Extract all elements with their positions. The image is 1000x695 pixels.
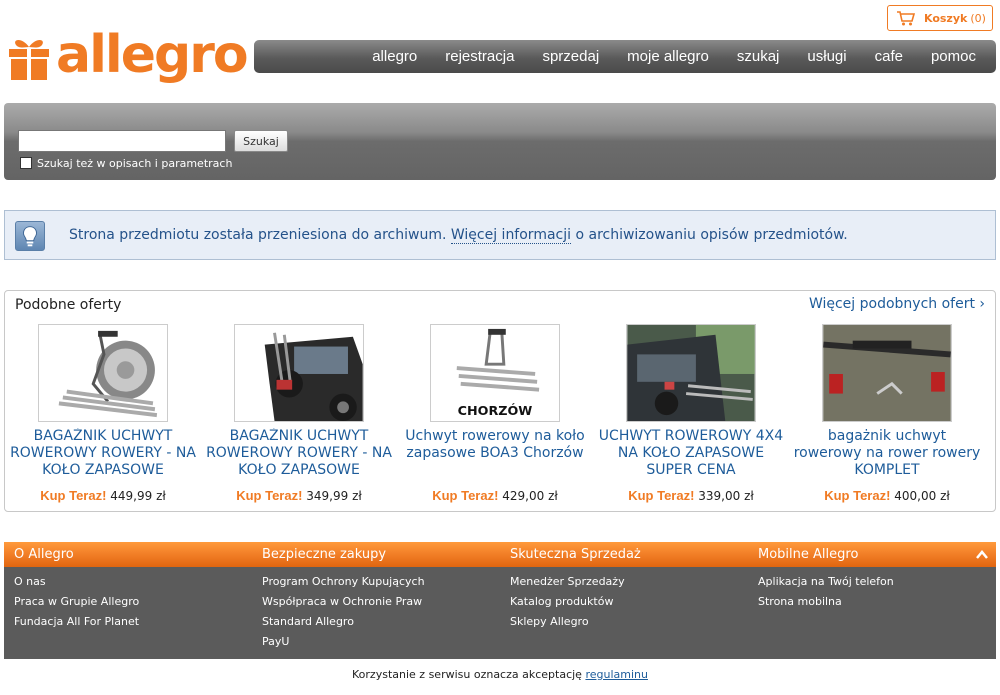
offer-price-row: Kup Teraz! 400,00 zł [793,488,981,503]
offer-card[interactable]: UCHWYT ROWEROWY 4X4 NA KOŁO ZAPASOWE SUP… [597,324,785,503]
nav-item-help[interactable]: pomoc [931,48,976,65]
footer: O Allegro Bezpieczne zakupy Skuteczna Sp… [4,542,996,659]
archive-message: Strona przedmiotu została przeniesiona d… [69,227,848,244]
footer-header: O Allegro Bezpieczne zakupy Skuteczna Sp… [4,542,996,567]
nav-item-register[interactable]: rejestracja [445,48,514,65]
cart-label: Koszyk [924,11,968,25]
search-button[interactable]: Szukaj [234,130,288,152]
search-descriptions-label: Szukaj też w opisach i parametrach [37,157,233,170]
cart-count: (0) [970,11,986,25]
lightbulb-icon [15,221,45,251]
footer-col-title: Mobilne Allegro [758,547,859,562]
footer-link[interactable]: Fundacja All For Planet [14,615,139,628]
footer-link[interactable]: Współpraca w Ochronie Praw [262,595,422,608]
allegro-logo[interactable]: allegro [8,25,249,88]
offer-image-caption: CHORZÓW [458,403,533,419]
offer-price-row: Kup Teraz! 449,99 zł [9,488,197,503]
offer-card[interactable]: BAGAŻNIK UCHWYT ROWEROWY ROWERY - NA KOŁ… [205,324,393,503]
offer-image[interactable] [626,324,756,422]
nav-item-allegro[interactable]: allegro [372,48,417,65]
more-info-link[interactable]: Więcej informacji [450,227,572,244]
footer-link[interactable]: Praca w Grupie Allegro [14,595,139,608]
terms-text: Korzystanie z serwisu oznacza akceptację [352,668,582,681]
nav-item-search[interactable]: szukaj [737,48,780,65]
buy-now-label[interactable]: Kup Teraz! [628,488,694,503]
offer-title[interactable]: UCHWYT ROWEROWY 4X4 NA KOŁO ZAPASOWE SUP… [597,428,785,480]
archive-text: Strona przedmiotu została przeniesiona d… [69,227,447,243]
offer-card[interactable]: bagażnik uchwyt rowerowy na rower rowery… [793,324,981,503]
nav-item-sell[interactable]: sprzedaj [542,48,599,65]
offer-price-row: Kup Teraz! 429,00 zł [401,488,589,503]
offer-title[interactable]: bagażnik uchwyt rowerowy na rower rowery… [793,428,981,480]
cart-icon [897,11,916,26]
offer-price: 449,99 zł [110,489,166,503]
offer-price: 339,00 zł [698,489,754,503]
logo-wordmark: allegro [56,25,249,85]
offer-price: 429,00 zł [502,489,558,503]
search-descriptions-checkbox[interactable] [20,157,32,169]
buy-now-label[interactable]: Kup Teraz! [236,488,302,503]
buy-now-label[interactable]: Kup Teraz! [824,488,890,503]
offer-image[interactable] [234,324,364,422]
search-bar: Szukaj Szukaj też w opisach i parametrac… [4,103,996,180]
offer-title[interactable]: BAGAŻNIK UCHWYT ROWEROWY ROWERY - NA KOŁ… [205,428,393,480]
offer-card[interactable]: BAGAŻNIK UCHWYT ROWEROWY ROWERY - NA KOŁ… [9,324,197,503]
nav-item-cafe[interactable]: cafe [875,48,903,65]
similar-offers-title: Podobne oferty [15,297,122,313]
gift-icon [9,40,49,80]
buy-now-label[interactable]: Kup Teraz! [432,488,498,503]
footer-link[interactable]: Standard Allegro [262,615,354,628]
terms-link[interactable]: regulaminu [585,668,648,681]
offer-price-row: Kup Teraz! 349,99 zł [205,488,393,503]
collapse-arrow-icon[interactable] [974,547,990,563]
offer-image[interactable] [38,324,168,422]
terms-notice: Korzystanie z serwisu oznacza akceptację… [0,668,1000,681]
offer-price: 400,00 zł [894,489,950,503]
footer-link[interactable]: PayU [262,635,289,648]
footer-link[interactable]: Menedżer Sprzedaży [510,575,625,588]
footer-link[interactable]: O nas [14,575,46,588]
cart-button[interactable]: Koszyk (0) [887,5,993,31]
nav-item-services[interactable]: usługi [807,48,846,65]
offer-card[interactable]: CHORZÓW Uchwyt rowerowy na koło zapasowe… [401,324,589,503]
offer-title[interactable]: Uchwyt rowerowy na koło zapasowe BOA3 Ch… [401,428,589,480]
offer-image[interactable] [822,324,952,422]
footer-link[interactable]: Katalog produktów [510,595,613,608]
page: Koszyk (0) allegro allegro rejestracja s… [0,0,1000,695]
footer-link[interactable]: Strona mobilna [758,595,842,608]
buy-now-label[interactable]: Kup Teraz! [40,488,106,503]
similar-offers: Podobne oferty Więcej podobnych ofert › … [4,290,996,512]
nav-item-my-allegro[interactable]: moje allegro [627,48,709,65]
search-input[interactable] [18,130,226,152]
offer-price-row: Kup Teraz! 339,00 zł [597,488,785,503]
more-similar-offers-link[interactable]: Więcej podobnych ofert › [809,296,985,312]
footer-col-title: O Allegro [14,547,74,562]
footer-link[interactable]: Program Ochrony Kupujących [262,575,425,588]
footer-col-title: Bezpieczne zakupy [262,547,387,562]
offer-price: 349,99 zł [306,489,362,503]
offer-image[interactable]: CHORZÓW [430,324,560,422]
footer-link[interactable]: Sklepy Allegro [510,615,589,628]
main-nav: allegro rejestracja sprzedaj moje allegr… [254,40,996,73]
archive-text-end: o archiwizowaniu opisów przedmiotów. [575,227,848,243]
footer-col-title: Skuteczna Sprzedaż [510,547,641,562]
archive-notice: Strona przedmiotu została przeniesiona d… [4,210,996,260]
footer-link[interactable]: Aplikacja na Twój telefon [758,575,894,588]
offer-title[interactable]: BAGAŻNIK UCHWYT ROWEROWY ROWERY - NA KOŁ… [9,428,197,480]
